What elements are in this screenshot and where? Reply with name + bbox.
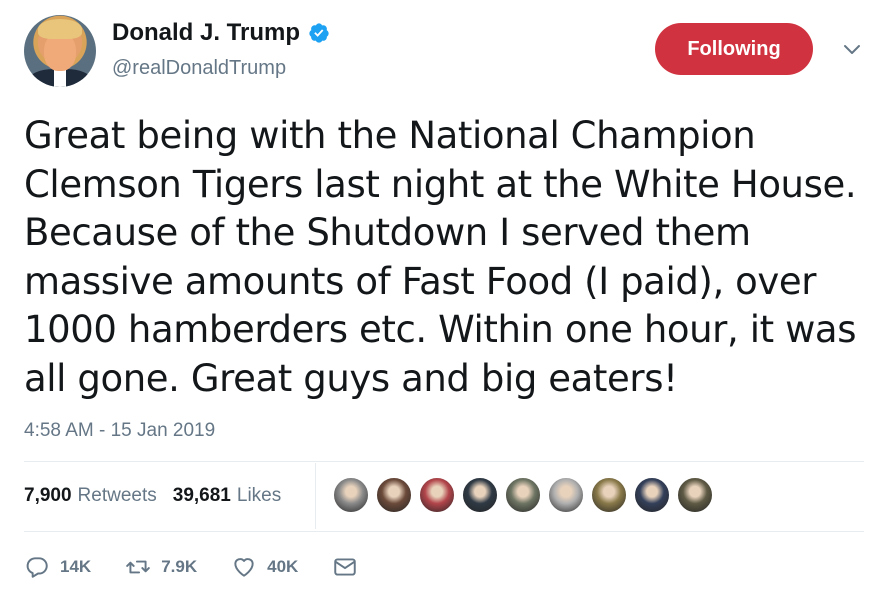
retweet-icon bbox=[126, 560, 150, 574]
following-button[interactable]: Following bbox=[655, 23, 813, 75]
envelope-icon bbox=[334, 558, 357, 576]
likes-stat[interactable]: 39,681 Likes bbox=[173, 485, 281, 507]
tweet-timestamp[interactable]: 4:58 AM - 15 Jan 2019 bbox=[24, 420, 215, 442]
retweet-count: 7.9K bbox=[161, 557, 198, 576]
like-action[interactable]: 40K bbox=[231, 554, 298, 580]
liker-avatars bbox=[333, 477, 720, 513]
divider bbox=[24, 531, 864, 532]
liker-avatar-1[interactable] bbox=[333, 477, 369, 513]
heart-icon bbox=[234, 558, 254, 577]
author-name[interactable]: Donald J. Trump bbox=[112, 19, 300, 47]
reply-count: 14K bbox=[60, 557, 92, 576]
reply-action[interactable]: 14K bbox=[24, 554, 91, 580]
stats-separator bbox=[315, 463, 316, 529]
reply-icon bbox=[26, 557, 48, 578]
author-name-row[interactable]: Donald J. Trump bbox=[112, 19, 330, 47]
engagement-stats: 7,900 Retweets 39,681 Likes bbox=[24, 485, 297, 507]
tweet-actions: 14K 7.9K 40K bbox=[24, 554, 392, 580]
likes-label: Likes bbox=[236, 485, 282, 506]
retweets-stat[interactable]: 7,900 Retweets bbox=[24, 485, 157, 507]
like-count: 40K bbox=[267, 557, 299, 576]
likes-count: 39,681 bbox=[172, 485, 231, 506]
divider bbox=[24, 461, 864, 462]
author-avatar[interactable] bbox=[24, 15, 96, 87]
tweet-card: Donald J. Trump @realDonaldTrump Followi… bbox=[0, 0, 879, 595]
verified-badge-icon bbox=[309, 23, 329, 43]
liker-avatar-9[interactable] bbox=[677, 477, 713, 513]
liker-avatar-6[interactable] bbox=[548, 477, 584, 513]
liker-avatar-2[interactable] bbox=[376, 477, 412, 513]
chevron-down-icon[interactable] bbox=[842, 40, 862, 60]
liker-avatar-3[interactable] bbox=[419, 477, 455, 513]
liker-avatar-5[interactable] bbox=[505, 477, 541, 513]
liker-avatar-7[interactable] bbox=[591, 477, 627, 513]
retweets-label: Retweets bbox=[77, 485, 157, 506]
tweet-text: Great being with the National Champion C… bbox=[24, 114, 857, 400]
retweets-count: 7,900 bbox=[24, 485, 72, 506]
direct-message-action[interactable] bbox=[332, 554, 358, 580]
author-handle[interactable]: @realDonaldTrump bbox=[112, 57, 286, 80]
liker-avatar-4[interactable] bbox=[462, 477, 498, 513]
retweet-action[interactable]: 7.9K bbox=[125, 554, 197, 580]
liker-avatar-8[interactable] bbox=[634, 477, 670, 513]
